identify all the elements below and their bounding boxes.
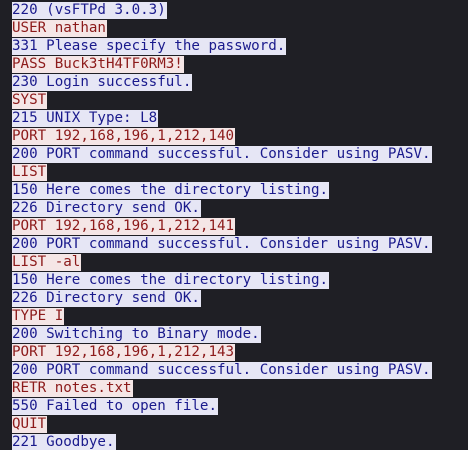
client-command-text: PORT 192,168,196,1,212,143 [12, 344, 236, 361]
stream-line-client[interactable]: QUIT [0, 415, 468, 433]
stream-line-server[interactable]: 220 (vsFTPd 3.0.3) [0, 1, 468, 19]
stream-line-client[interactable]: PASS Buck3tH4TF0RM3! [0, 55, 468, 73]
server-response-text: 550 Failed to open file. [12, 398, 218, 415]
stream-line-server[interactable]: 215 UNIX Type: L8 [0, 109, 468, 127]
stream-line-client[interactable]: PORT 192,168,196,1,212,140 [0, 127, 468, 145]
stream-line-client[interactable]: SYST [0, 91, 468, 109]
stream-line-server[interactable]: 331 Please specify the password. [0, 37, 468, 55]
stream-line-client[interactable]: PORT 192,168,196,1,212,143 [0, 343, 468, 361]
stream-line-client[interactable]: RETR notes.txt [0, 379, 468, 397]
server-response-text: 215 UNIX Type: L8 [12, 110, 159, 127]
stream-line-server[interactable]: 226 Directory send OK. [0, 289, 468, 307]
stream-line-client[interactable]: USER nathan [0, 19, 468, 37]
server-response-text: 200 PORT command successful. Consider us… [12, 362, 432, 379]
stream-line-client[interactable]: LIST -al [0, 253, 468, 271]
server-response-text: 221 Goodbye. [12, 434, 116, 450]
tcp-stream-view[interactable]: 220 (vsFTPd 3.0.3) USER nathan 331 Pleas… [0, 0, 468, 450]
stream-line-server[interactable]: 150 Here comes the directory listing. [0, 181, 468, 199]
server-response-text: 150 Here comes the directory listing. [12, 272, 330, 289]
server-response-text: 220 (vsFTPd 3.0.3) [12, 2, 167, 19]
server-response-text: 200 PORT command successful. Consider us… [12, 236, 432, 253]
server-response-text: 226 Directory send OK. [12, 290, 201, 307]
stream-line-server[interactable]: 230 Login successful. [0, 73, 468, 91]
client-command-text: TYPE I [12, 308, 65, 325]
server-response-text: 200 PORT command successful. Consider us… [12, 146, 432, 163]
client-command-text: QUIT [12, 416, 48, 433]
server-response-text: 150 Here comes the directory listing. [12, 182, 330, 199]
server-response-text: 200 Switching to Binary mode. [12, 326, 261, 343]
server-response-text: 226 Directory send OK. [12, 200, 201, 217]
stream-line-server[interactable]: 221 Goodbye. [0, 433, 468, 450]
stream-line-client[interactable]: PORT 192,168,196,1,212,141 [0, 217, 468, 235]
stream-line-client[interactable]: LIST [0, 163, 468, 181]
stream-line-server[interactable]: 200 PORT command successful. Consider us… [0, 235, 468, 253]
stream-line-server[interactable]: 200 PORT command successful. Consider us… [0, 145, 468, 163]
client-command-text: PORT 192,168,196,1,212,140 [12, 128, 236, 145]
stream-line-server[interactable]: 200 Switching to Binary mode. [0, 325, 468, 343]
client-command-text: SYST [12, 92, 48, 109]
client-command-text: USER nathan [12, 20, 107, 37]
client-command-text: LIST -al [12, 254, 82, 271]
server-response-text: 331 Please specify the password. [12, 38, 287, 55]
client-command-text: LIST [12, 164, 48, 181]
stream-line-client[interactable]: TYPE I [0, 307, 468, 325]
stream-line-server[interactable]: 200 PORT command successful. Consider us… [0, 361, 468, 379]
server-response-text: 230 Login successful. [12, 74, 193, 91]
client-command-text: PORT 192,168,196,1,212,141 [12, 218, 236, 235]
stream-line-server[interactable]: 150 Here comes the directory listing. [0, 271, 468, 289]
client-command-text: RETR notes.txt [12, 380, 133, 397]
stream-line-server[interactable]: 550 Failed to open file. [0, 397, 468, 415]
client-command-text: PASS Buck3tH4TF0RM3! [12, 56, 184, 73]
stream-line-server[interactable]: 226 Directory send OK. [0, 199, 468, 217]
